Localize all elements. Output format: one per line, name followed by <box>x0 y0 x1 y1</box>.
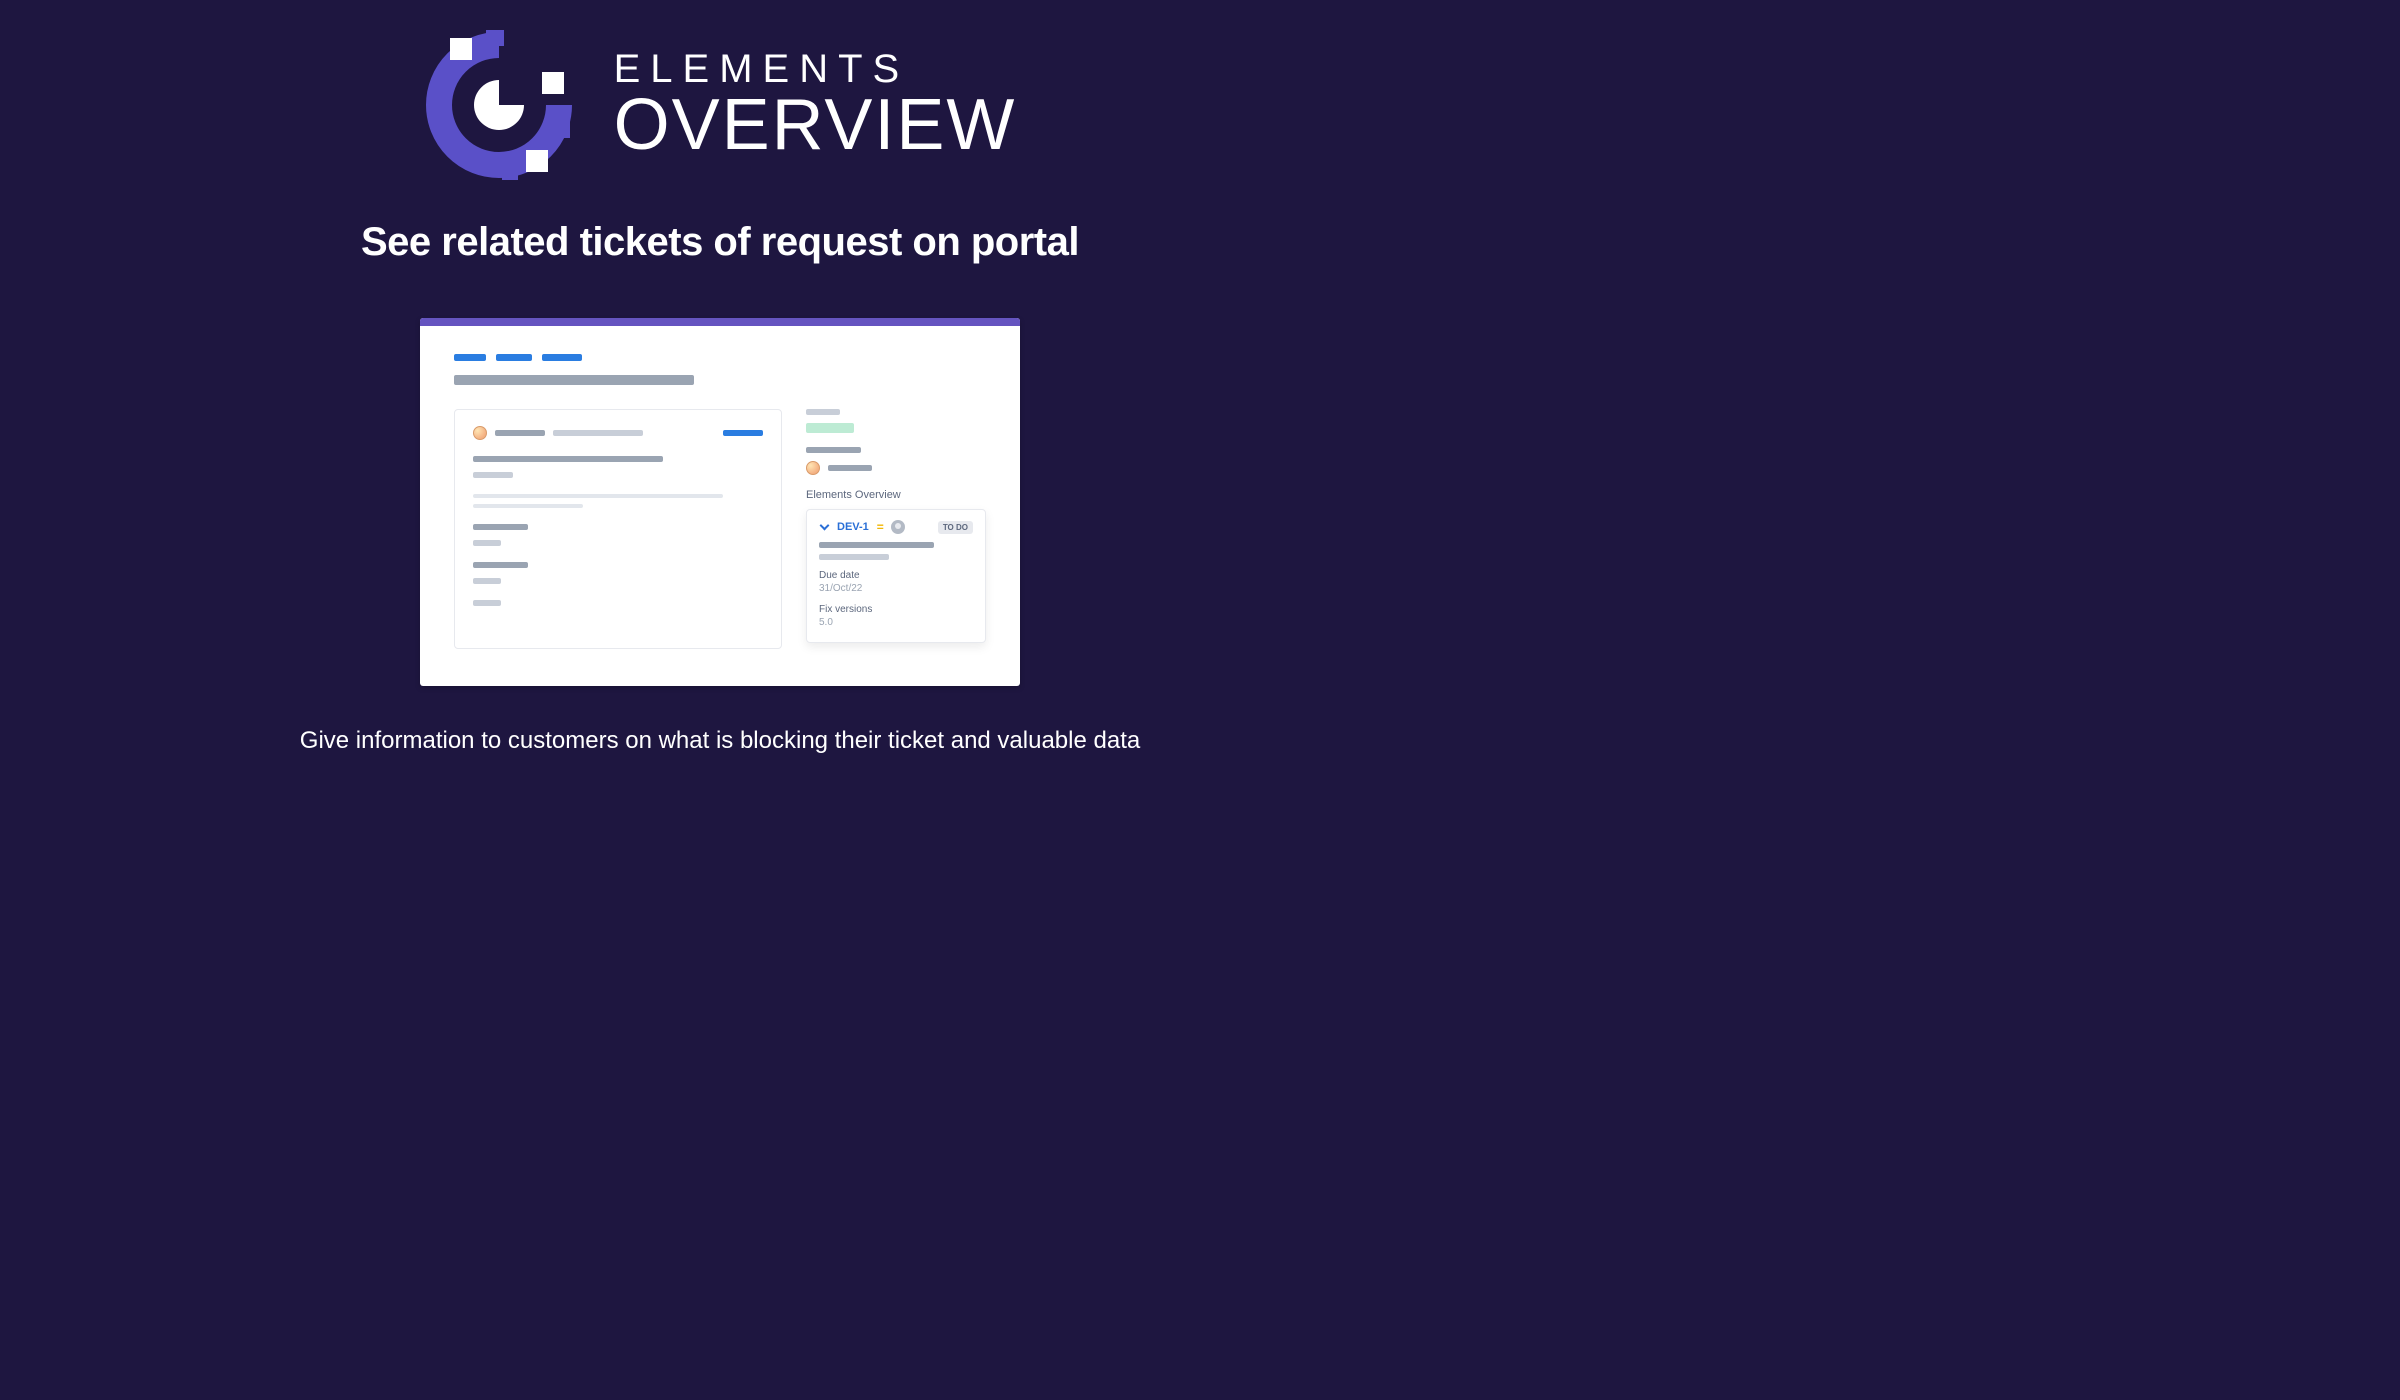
brand-name-bottom: OVERVIEW <box>614 89 1017 161</box>
link-placeholder <box>723 430 763 436</box>
brand-logo <box>424 30 574 180</box>
window-topbar <box>420 318 1020 326</box>
status-badge: TO DO <box>938 521 973 534</box>
avatar <box>473 426 487 440</box>
side-panel: Elements Overview DEV-1 = TO DO Due date <box>806 409 986 649</box>
page-caption: Give information to customers on what is… <box>0 727 1440 755</box>
tab-placeholder <box>496 354 532 361</box>
related-ticket-card[interactable]: DEV-1 = TO DO Due date 31/Oct/22 Fix ver… <box>806 509 986 643</box>
field-value: 5.0 <box>819 617 973 628</box>
mock-tabs <box>454 354 986 361</box>
avatar <box>806 461 820 475</box>
tab-placeholder <box>542 354 582 361</box>
priority-icon: = <box>877 520 883 534</box>
field-label: Fix versions <box>819 604 973 615</box>
ticket-key-link[interactable]: DEV-1 <box>837 521 869 533</box>
hero-header: ELEMENTS OVERVIEW <box>0 0 1440 180</box>
portal-mock-window: Elements Overview DEV-1 = TO DO Due date <box>420 318 1020 686</box>
assignee-icon <box>891 520 905 534</box>
mock-title-placeholder <box>454 375 694 385</box>
brand-text: ELEMENTS OVERVIEW <box>614 49 1017 161</box>
status-pill <box>806 423 854 433</box>
page-headline: See related tickets of request on portal <box>0 220 1440 265</box>
field-value: 31/Oct/22 <box>819 583 973 594</box>
request-card <box>454 409 782 649</box>
chevron-down-icon[interactable] <box>819 522 829 532</box>
brand-name-top: ELEMENTS <box>614 49 1017 89</box>
section-title: Elements Overview <box>806 489 986 501</box>
field-label: Due date <box>819 570 973 581</box>
tab-placeholder <box>454 354 486 361</box>
